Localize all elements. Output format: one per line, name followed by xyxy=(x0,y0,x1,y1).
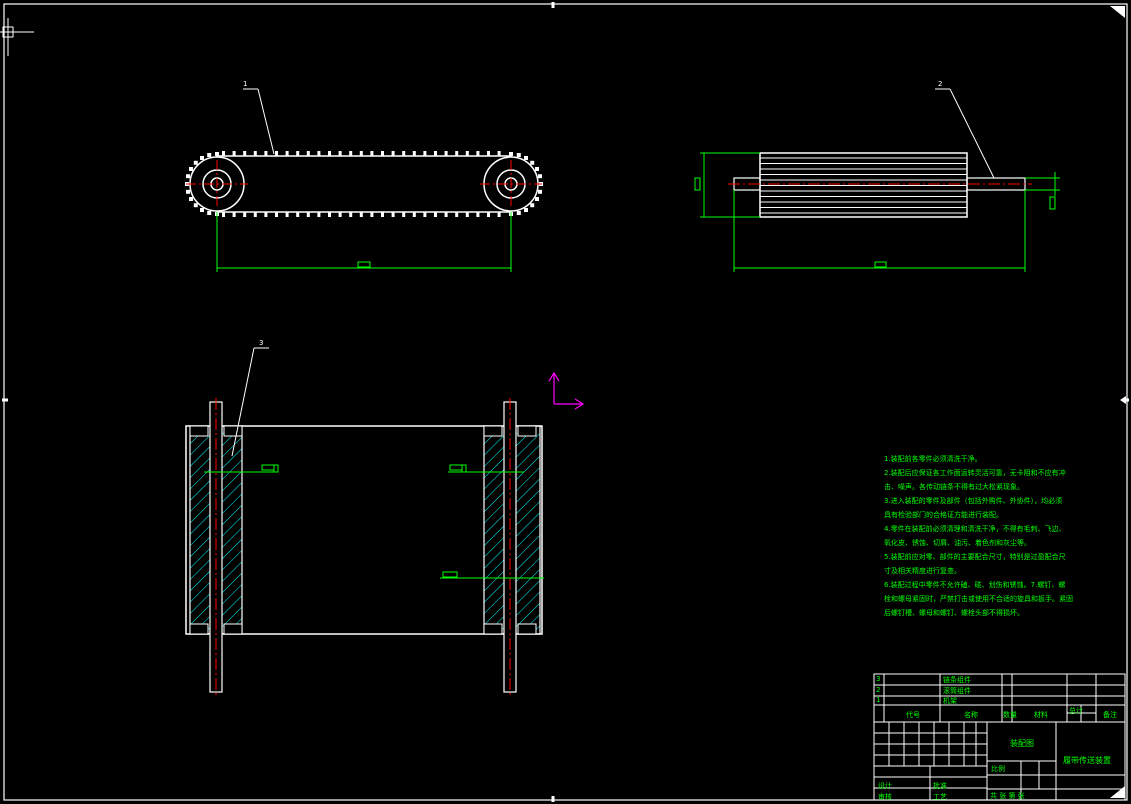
tb-header-qty: 数量 xyxy=(1003,711,1017,719)
tb-drawing-title: 履带传送装置 xyxy=(1063,756,1111,765)
roller-side-view xyxy=(694,88,1060,272)
chain-front-view xyxy=(185,88,543,272)
corner-arrows xyxy=(1110,6,1126,798)
tb-part-name: 滚筒组件 xyxy=(943,687,971,695)
tb-header-remark: 备注 xyxy=(1103,711,1117,719)
tb-process: 工艺 xyxy=(933,793,947,801)
tb-part-name: 链条组件 xyxy=(943,676,971,684)
note-line: 3.进入装配的零件及部件（包括外购件、外协件），均必须 xyxy=(884,497,1063,505)
note-line: 氧化皮、锈蚀、切屑、油污、着色剂和灰尘等。 xyxy=(884,539,1031,547)
top-plan-view xyxy=(185,347,544,696)
tb-header-material: 材料 xyxy=(1034,711,1048,719)
note-line: 寸及相关精度进行复查。 xyxy=(884,567,961,575)
callout-1: 1 xyxy=(243,80,248,88)
note-line: 1.装配前各零件必须清洗干净。 xyxy=(884,455,982,463)
tb-header-total: 总计 xyxy=(1069,707,1083,715)
tb-row-index: 2 xyxy=(876,686,881,694)
note-line: 后螺钉槽、螺母和螺钉、螺栓头部不得损坏。 xyxy=(884,609,1024,617)
note-line: 栓和螺母紧固时，严禁打击或使用不合适的旋具和扳手。紧固 xyxy=(884,595,1073,603)
note-line: 6.装配过程中零件不允许磕、碰、划伤和锈蚀。7.螺钉、螺 xyxy=(884,581,1066,589)
tb-assembly: 装配图 xyxy=(1010,739,1034,748)
note-line: 5.装配前应对零、部件的主要配合尺寸，特别是过盈配合尺 xyxy=(884,553,1066,561)
tb-row-index: 3 xyxy=(876,675,881,683)
tb-checker: 审核 xyxy=(878,793,892,801)
tb-approve: 批准 xyxy=(933,782,947,790)
tb-part-name: 机架 xyxy=(943,697,957,705)
callout-3: 3 xyxy=(259,339,264,347)
note-line: 4.零件在装配前必须清理和清洗干净，不得有毛刺、飞边、 xyxy=(884,525,1066,533)
tb-row-index: 1 xyxy=(876,696,881,704)
callout-2: 2 xyxy=(938,80,943,88)
ucs-icon xyxy=(548,371,585,410)
tb-sheet: 共 张 第 张 xyxy=(990,792,1025,800)
crosshair-cursor xyxy=(0,18,34,56)
technical-requirements: 1.装配前各零件必须清洗干净。 2.装配后应保证各工作面运转灵活可靠，无卡阻和不… xyxy=(884,452,1084,620)
tb-scale: 比例 xyxy=(991,765,1005,773)
note-line: 击、噪声。各传动链条不得有过大松紧现象。 xyxy=(884,483,1024,491)
title-block xyxy=(873,673,1126,801)
tb-header-name: 名称 xyxy=(964,711,978,719)
note-line: 2.装配后应保证各工作面运转灵活可靠，无卡阻和不应有冲 xyxy=(884,469,1066,477)
note-line: 具有检验部门的合格证方能进行装配。 xyxy=(884,511,1003,519)
tb-designer: 设计 xyxy=(878,782,892,790)
tb-header-code: 代号 xyxy=(906,711,920,719)
